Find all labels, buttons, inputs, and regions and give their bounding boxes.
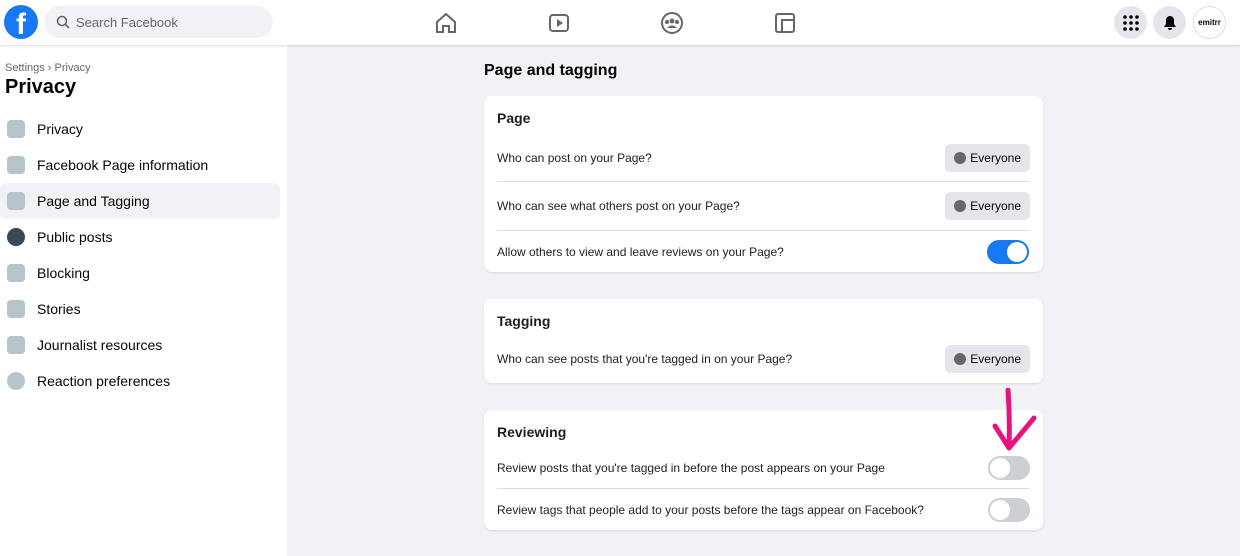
journalist-icon: [7, 336, 25, 354]
sidebar-item-page-information[interactable]: Facebook Page information: [0, 147, 280, 183]
page-card: Page Who can post on your Page? Everyone …: [484, 96, 1043, 272]
setting-row: Who can post on your Page? Everyone: [497, 136, 1030, 180]
globe-icon: [954, 200, 967, 212]
setting-row: Review tags that people add to your post…: [497, 488, 1030, 530]
review-tags-toggle[interactable]: [988, 497, 1030, 522]
audience-button[interactable]: Everyone: [945, 144, 1030, 172]
breadcrumb[interactable]: Settings › Privacy: [5, 62, 91, 74]
facebook-logo[interactable]: f: [4, 5, 38, 39]
menu-button[interactable]: [1114, 6, 1147, 39]
block-user-icon: [7, 264, 25, 282]
search-input[interactable]: Search Facebook: [44, 6, 273, 38]
reviews-toggle[interactable]: [987, 240, 1029, 264]
setting-row: Review posts that you're tagged in befor…: [497, 448, 1030, 488]
groups-icon[interactable]: [660, 11, 684, 35]
audience-button[interactable]: Everyone: [945, 345, 1030, 373]
setting-label: Review tags that people add to your post…: [497, 502, 924, 517]
sidebar-item-journalist-resources[interactable]: Journalist resources: [0, 327, 280, 363]
home-icon[interactable]: [434, 11, 458, 35]
audience-label: Everyone: [970, 352, 1021, 366]
setting-label: Who can post on your Page?: [497, 151, 652, 165]
sidebar-item-label: Blocking: [37, 265, 90, 281]
sidebar: Settings › Privacy Privacy Privacy Faceb…: [0, 45, 287, 556]
page-title: Page and tagging: [484, 62, 618, 79]
sidebar-item-page-and-tagging[interactable]: Page and Tagging: [0, 183, 280, 219]
sidebar-item-label: Reaction preferences: [37, 373, 171, 389]
audience-label: Everyone: [970, 151, 1021, 165]
search-icon: [56, 15, 70, 29]
gaming-icon[interactable]: [773, 11, 797, 35]
search-placeholder: Search Facebook: [76, 14, 178, 30]
sidebar-item-label: Stories: [37, 301, 81, 317]
grid-dots-icon: [7, 156, 25, 174]
top-bar: f Search Facebook emitrr: [0, 0, 1240, 45]
bell-icon: [1163, 15, 1176, 30]
sidebar-item-blocking[interactable]: Blocking: [0, 255, 280, 291]
sidebar-item-label: Facebook Page information: [37, 157, 209, 173]
audience-button[interactable]: Everyone: [945, 192, 1030, 220]
globe-icon: [954, 152, 967, 164]
avatar[interactable]: emitrr: [1193, 6, 1226, 39]
sidebar-item-label: Public posts: [37, 229, 113, 245]
grid-icon: [1122, 14, 1139, 31]
setting-row: Who can see what others post on your Pag…: [497, 181, 1030, 230]
globe-icon: [954, 353, 967, 365]
notifications-button[interactable]: [1153, 6, 1186, 39]
tagging-card: Tagging Who can see posts that you're ta…: [484, 299, 1043, 383]
setting-label: Who can see what others post on your Pag…: [497, 199, 740, 213]
sidebar-title: Privacy: [5, 76, 77, 98]
audience-label: Everyone: [970, 199, 1021, 213]
sidebar-item-label: Journalist resources: [37, 337, 163, 353]
avatar-text: emitrr: [1198, 18, 1221, 27]
sidebar-item-stories[interactable]: Stories: [0, 291, 280, 327]
stories-icon: [7, 300, 25, 318]
sidebar-item-public-posts[interactable]: Public posts: [0, 219, 280, 255]
globe-icon: [7, 228, 25, 246]
sidebar-item-privacy[interactable]: Privacy: [0, 111, 280, 147]
lock-icon: [7, 120, 25, 138]
sidebar-item-label: Privacy: [37, 121, 83, 137]
section-title: Tagging: [497, 313, 551, 329]
watch-icon[interactable]: [547, 11, 571, 35]
setting-row: Allow others to view and leave reviews o…: [497, 230, 1030, 273]
sidebar-item-label: Page and Tagging: [37, 193, 150, 209]
section-title: Reviewing: [497, 424, 567, 440]
setting-label: Allow others to view and leave reviews o…: [497, 245, 784, 259]
setting-row: Who can see posts that you're tagged in …: [497, 339, 1030, 379]
section-title: Page: [497, 110, 531, 126]
review-posts-toggle[interactable]: [988, 456, 1030, 480]
setting-label: Review posts that you're tagged in befor…: [497, 461, 885, 475]
sidebar-item-reaction-preferences[interactable]: Reaction preferences: [0, 363, 280, 399]
setting-label: Who can see posts that you're tagged in …: [497, 352, 793, 366]
tag-icon: [7, 192, 25, 210]
reaction-icon: [7, 372, 25, 390]
reviewing-card: Reviewing Review posts that you're tagge…: [484, 410, 1043, 530]
annotation-arrow-icon: [992, 388, 1037, 451]
